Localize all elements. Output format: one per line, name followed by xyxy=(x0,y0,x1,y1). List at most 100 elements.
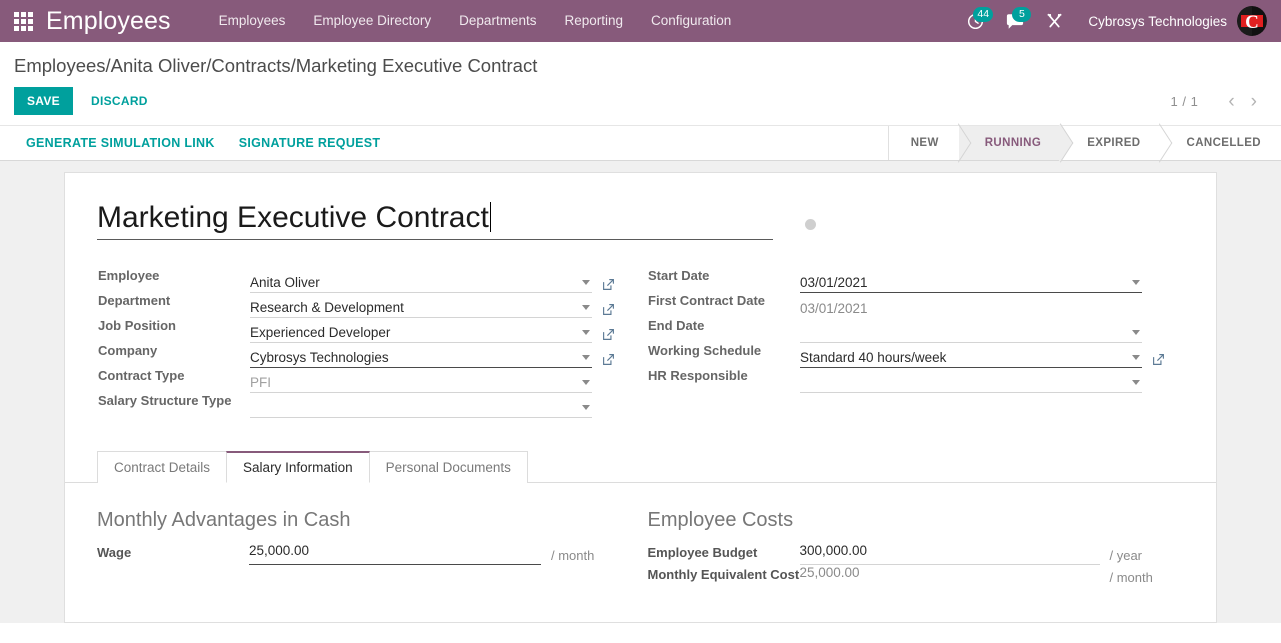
chevron-down-icon[interactable] xyxy=(1132,330,1140,335)
label-company: Company xyxy=(98,343,158,358)
external-link-icon[interactable] xyxy=(602,303,615,316)
signature-request-button[interactable]: SIGNATURE REQUEST xyxy=(227,126,393,160)
external-link-icon[interactable] xyxy=(602,328,615,341)
tab-contract-details[interactable]: Contract Details xyxy=(97,451,228,483)
chevron-right-icon[interactable]: › xyxy=(1243,92,1265,111)
state-cancelled[interactable]: CANCELLED xyxy=(1160,126,1281,160)
value-wage: 25,000.00 xyxy=(249,543,310,558)
menu-item-employees[interactable]: Employees xyxy=(205,0,300,42)
monthly-advantages-section: Monthly Advantages in Cash Wage 25,000.0… xyxy=(97,509,641,587)
menu-item-reporting[interactable]: Reporting xyxy=(550,0,637,42)
chevron-down-icon[interactable] xyxy=(582,405,590,410)
input-working-schedule[interactable]: Standard 40 hours/week xyxy=(800,343,1142,368)
svg-text:C: C xyxy=(1245,12,1259,33)
state-expired[interactable]: EXPIRED xyxy=(1061,126,1161,160)
label-working-schedule: Working Schedule xyxy=(648,343,762,358)
value-company: Cybrosys Technologies xyxy=(250,350,389,365)
breadcrumb-item-anita-oliver[interactable]: Anita Oliver xyxy=(111,55,207,77)
external-link-icon[interactable] xyxy=(1152,353,1165,366)
chevron-down-icon[interactable] xyxy=(582,305,590,310)
breadcrumb: Employees / Anita Oliver / Contracts / M… xyxy=(0,42,1281,81)
apps-grid-icon[interactable] xyxy=(0,0,46,42)
form-field-groups: Employee Anita Oliver Department Researc… xyxy=(97,268,1184,418)
pager-counter: 1 / 1 xyxy=(1170,93,1199,109)
chat-bubble-icon[interactable]: 5 xyxy=(995,0,1035,42)
field-row-wage: Wage 25,000.00 / month xyxy=(97,543,641,565)
activity-count-badge: 44 xyxy=(973,7,994,22)
label-contract-type: Contract Type xyxy=(98,368,185,383)
external-link-icon[interactable] xyxy=(602,353,615,366)
employee-costs-title: Employee Costs xyxy=(647,509,794,531)
input-company[interactable]: Cybrosys Technologies xyxy=(250,343,592,368)
input-job-position[interactable]: Experienced Developer xyxy=(250,318,592,343)
label-employee: Employee xyxy=(98,268,160,283)
contract-name-input[interactable]: Marketing Executive Contract xyxy=(97,201,773,240)
menu-item-employee-directory[interactable]: Employee Directory xyxy=(299,0,445,42)
menu-item-configuration[interactable]: Configuration xyxy=(637,0,745,42)
field-row-first-contract-date: First Contract Date 03/01/2021 xyxy=(648,293,1184,318)
state-running[interactable]: RUNNING xyxy=(958,126,1062,160)
field-row-hr-responsible: HR Responsible xyxy=(648,368,1184,393)
employee-costs-section: Employee Costs Employee Budget 300,000.0… xyxy=(641,509,1185,587)
kanban-state-dot[interactable] xyxy=(805,219,816,230)
chevron-down-icon[interactable] xyxy=(1132,280,1140,285)
navbar-right-tools: 44 5 Cybrosys Technologies C xyxy=(956,0,1273,42)
wrench-tools-icon[interactable] xyxy=(1035,0,1074,42)
external-link-icon[interactable] xyxy=(602,278,615,291)
input-employee-budget[interactable]: 300,000.00 xyxy=(799,543,1100,565)
value-job-position: Experienced Developer xyxy=(250,325,391,340)
label-hr-responsible: HR Responsible xyxy=(648,368,748,383)
chevron-down-icon[interactable] xyxy=(582,330,590,335)
label-job-position: Job Position xyxy=(98,318,176,333)
activity-clock-icon[interactable]: 44 xyxy=(956,0,995,42)
form-group-right: Start Date 03/01/2021 First Contract Dat… xyxy=(641,268,1184,418)
unit-wage: / month xyxy=(551,548,595,563)
menu-item-departments[interactable]: Departments xyxy=(445,0,550,42)
user-menu-label[interactable]: Cybrosys Technologies xyxy=(1074,14,1237,29)
tab-personal-documents[interactable]: Personal Documents xyxy=(368,451,528,483)
label-salary-structure-type: Salary Structure Type xyxy=(98,393,232,408)
main-menu: Employees Employee Directory Departments… xyxy=(205,0,746,42)
value-employee-budget: 300,000.00 xyxy=(799,543,868,558)
discard-button[interactable]: DISCARD xyxy=(79,87,160,115)
form-view-background: Marketing Executive Contract Employee An… xyxy=(0,161,1281,623)
chevron-left-icon[interactable]: ‹ xyxy=(1220,92,1242,111)
statusbar-row: GENERATE SIMULATION LINK SIGNATURE REQUE… xyxy=(0,125,1281,161)
field-row-salary-structure-type: Salary Structure Type xyxy=(98,393,641,418)
tab-salary-information[interactable]: Salary Information xyxy=(226,451,370,483)
input-salary-structure-type[interactable] xyxy=(250,393,592,418)
generate-simulation-link-button[interactable]: GENERATE SIMULATION LINK xyxy=(14,126,227,160)
input-contract-type[interactable]: PFI xyxy=(250,368,592,393)
input-employee[interactable]: Anita Oliver xyxy=(250,268,592,293)
contract-state-pipeline: NEW RUNNING EXPIRED CANCELLED xyxy=(887,126,1281,160)
monthly-advantages-title: Monthly Advantages in Cash xyxy=(97,509,351,531)
state-new[interactable]: NEW xyxy=(888,126,959,160)
user-avatar[interactable]: C xyxy=(1237,6,1267,36)
value-monthly-equivalent-cost-wrapper: 25,000.00 xyxy=(800,565,1100,587)
unit-monthly-equivalent-cost: / month xyxy=(1109,570,1153,585)
label-wage: Wage xyxy=(97,545,132,560)
chevron-down-icon[interactable] xyxy=(1132,355,1140,360)
record-actions-row: SAVE DISCARD 1 / 1 ‹ › xyxy=(0,81,1281,125)
breadcrumb-item-employees[interactable]: Employees xyxy=(14,55,106,77)
label-start-date: Start Date xyxy=(648,268,710,283)
value-monthly-equivalent-cost: 25,000.00 xyxy=(799,565,860,580)
save-button[interactable]: SAVE xyxy=(14,87,73,115)
app-brand-title[interactable]: Employees xyxy=(46,7,171,36)
chevron-down-icon[interactable] xyxy=(582,380,590,385)
field-row-company: Company Cybrosys Technologies xyxy=(98,343,641,368)
input-end-date[interactable] xyxy=(800,318,1142,343)
chevron-down-icon[interactable] xyxy=(582,355,590,360)
field-row-start-date: Start Date 03/01/2021 xyxy=(648,268,1184,293)
breadcrumb-item-contracts[interactable]: Contracts xyxy=(211,55,290,77)
input-wage[interactable]: 25,000.00 xyxy=(249,543,541,565)
input-start-date[interactable]: 03/01/2021 xyxy=(800,268,1142,293)
input-department[interactable]: Research & Development xyxy=(250,293,592,318)
chevron-down-icon[interactable] xyxy=(582,280,590,285)
field-row-end-date: End Date xyxy=(648,318,1184,343)
field-row-monthly-equivalent-cost: Monthly Equivalent Cost 25,000.00 / mont… xyxy=(648,565,1185,587)
input-hr-responsible[interactable] xyxy=(800,368,1142,393)
label-first-contract-date: First Contract Date xyxy=(648,293,766,308)
input-first-contract-date: 03/01/2021 xyxy=(800,293,1142,318)
chevron-down-icon[interactable] xyxy=(1132,380,1140,385)
